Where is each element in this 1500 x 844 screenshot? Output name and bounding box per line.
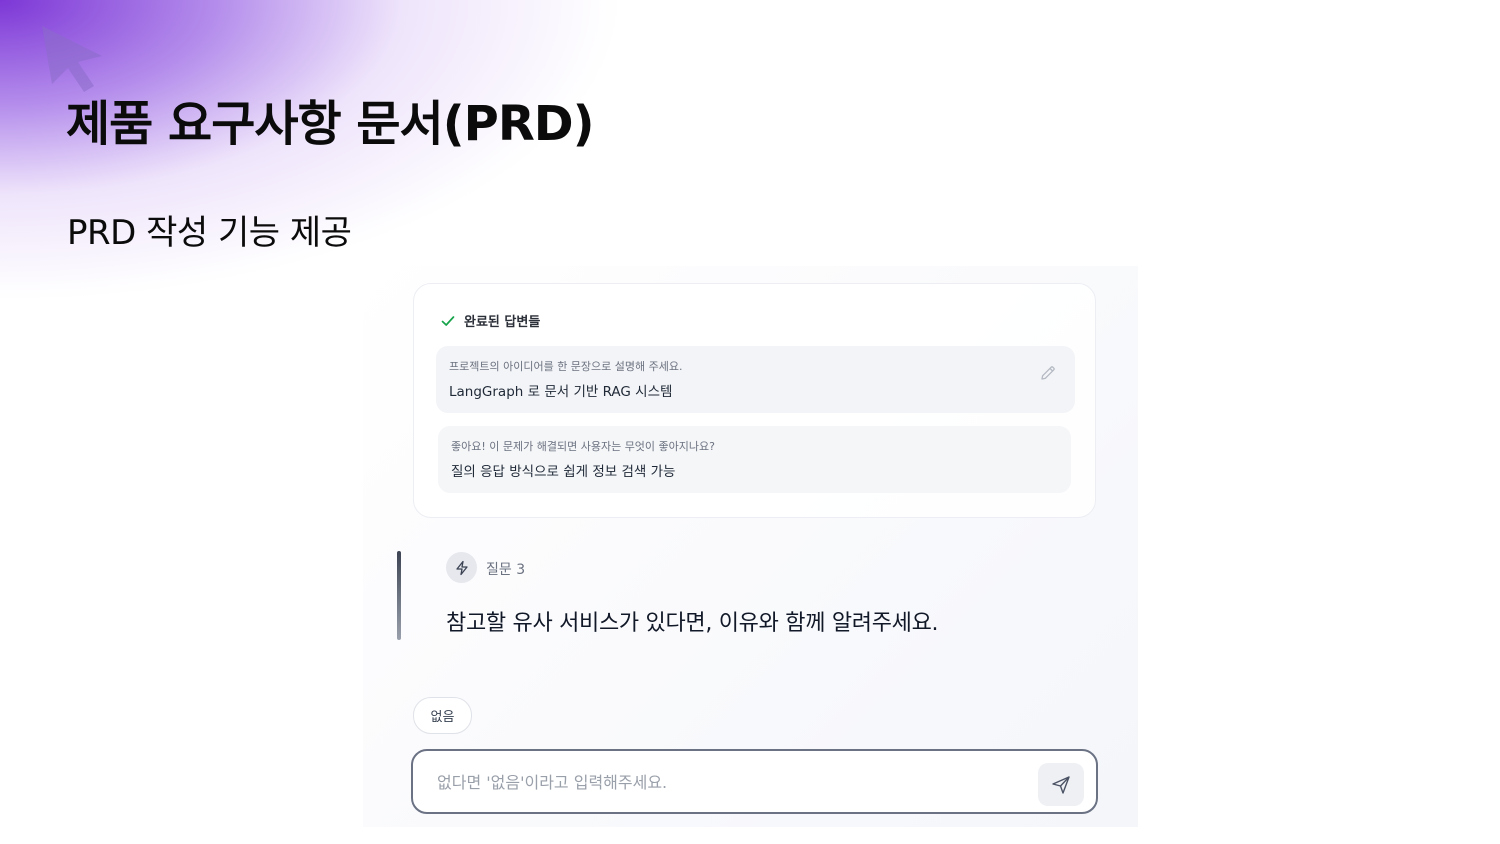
slide-title: 제품 요구사항 문서(PRD) (66, 96, 595, 152)
answer-input-box (411, 749, 1098, 814)
question-number: 질문 3 (486, 562, 526, 578)
pencil-icon[interactable] (1039, 364, 1057, 382)
question-accent-bar (397, 551, 401, 640)
answer-text: LangGraph 로 문서 기반 RAG 시스템 (449, 384, 673, 400)
completed-answers-label: 완료된 답변들 (464, 315, 541, 330)
suggestion-chip-none[interactable]: 없음 (413, 697, 472, 734)
bolt-icon (455, 560, 468, 575)
answer-item[interactable]: 좋아요! 이 문제가 해결되면 사용자는 무엇이 좋아지나요? 질의 응답 방식… (438, 426, 1071, 493)
app-screenshot: 완료된 답변들 프로젝트의 아이디어를 한 문장으로 설명해 주세요. Lang… (363, 266, 1138, 827)
answer-question: 좋아요! 이 문제가 해결되면 사용자는 무엇이 좋아지나요? (451, 440, 715, 453)
question-text: 참고할 유사 서비스가 있다면, 이유와 함께 알려주세요. (446, 611, 939, 636)
send-button[interactable] (1038, 763, 1084, 806)
answer-question: 프로젝트의 아이디어를 한 문장으로 설명해 주세요. (449, 360, 683, 373)
check-icon (441, 315, 455, 326)
answer-item[interactable]: 프로젝트의 아이디어를 한 문장으로 설명해 주세요. LangGraph 로 … (436, 346, 1075, 413)
send-icon (1052, 775, 1070, 794)
slide-subtitle: PRD 작성 기능 제공 (67, 213, 352, 253)
completed-answers-card: 완료된 답변들 프로젝트의 아이디어를 한 문장으로 설명해 주세요. Lang… (413, 283, 1096, 518)
answer-text: 질의 응답 방식으로 쉽게 정보 검색 가능 (451, 464, 676, 480)
completed-answers-header: 완료된 답변들 (440, 311, 540, 330)
answer-input[interactable] (437, 769, 997, 795)
question-badge (446, 552, 477, 583)
